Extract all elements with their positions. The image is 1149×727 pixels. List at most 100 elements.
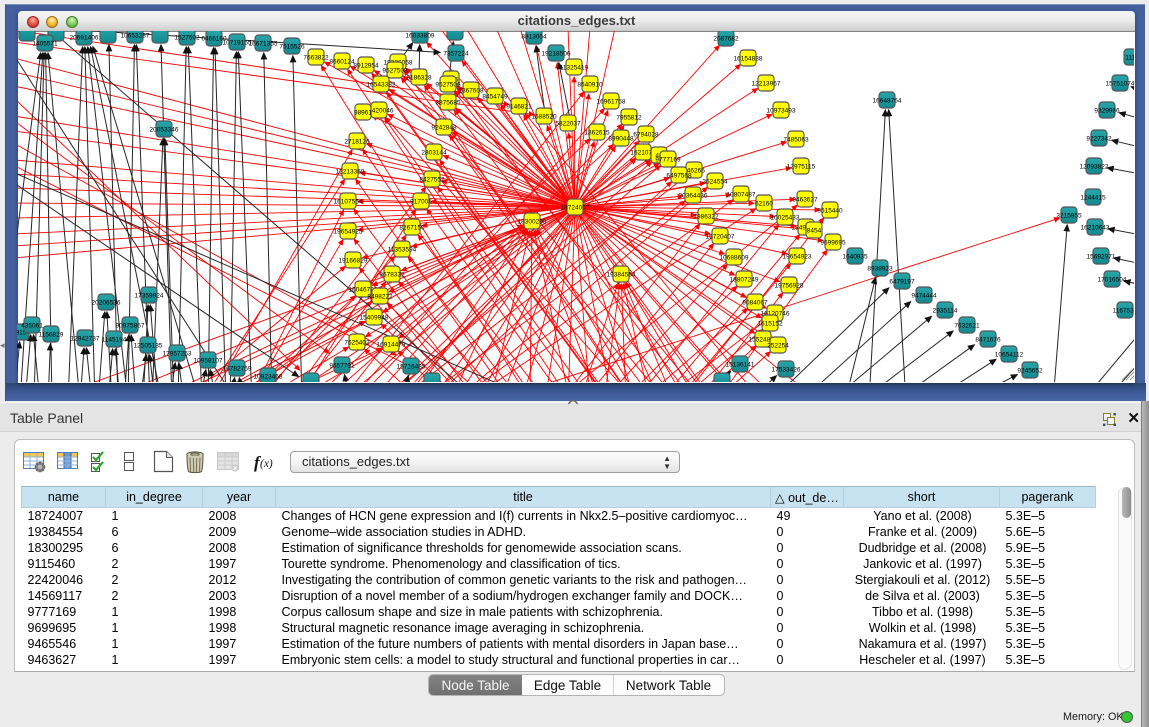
svg-text:8678332: 8678332 <box>379 272 405 279</box>
svg-text:18724007: 18724007 <box>561 205 590 212</box>
svg-text:16033809: 16033809 <box>406 33 435 40</box>
svg-text:7663822: 7663822 <box>303 55 329 62</box>
svg-text:19384554: 19384554 <box>607 272 636 279</box>
svg-text:8427552: 8427552 <box>419 177 445 184</box>
svg-text:7357224: 7357224 <box>443 51 469 58</box>
svg-text:1145194: 1145194 <box>102 337 127 344</box>
svg-text:6479197: 6479197 <box>889 279 915 286</box>
svg-text:16961758: 16961758 <box>597 99 626 106</box>
svg-text:1156829: 1156829 <box>39 332 64 339</box>
svg-text:8498222: 8498222 <box>367 294 393 301</box>
svg-text:9474444: 9474444 <box>911 293 937 300</box>
svg-text:1640935: 1640935 <box>842 254 868 261</box>
svg-text:1405571: 1405571 <box>32 41 58 48</box>
svg-text:18300295: 18300295 <box>518 219 547 226</box>
svg-text:15751074: 15751074 <box>1106 81 1134 88</box>
svg-text:16914479: 16914479 <box>377 342 406 349</box>
svg-text:8454: 8454 <box>807 228 822 235</box>
svg-text:917006: 917006 <box>410 199 432 206</box>
svg-text:17533426: 17533426 <box>772 367 801 374</box>
svg-text:12975115: 12975115 <box>787 164 816 171</box>
svg-text:9515440: 9515440 <box>817 208 843 215</box>
svg-text:20206536: 20206536 <box>92 300 121 307</box>
svg-text:2718126: 2718126 <box>344 139 370 146</box>
svg-text:10654112: 10654112 <box>995 352 1024 359</box>
svg-text:7986322: 7986322 <box>693 214 719 221</box>
svg-text:9657791: 9657791 <box>329 363 355 370</box>
svg-text:7515526: 7515526 <box>279 44 305 51</box>
svg-text:10719155: 10719155 <box>223 40 252 47</box>
svg-text:12213967: 12213967 <box>752 81 781 88</box>
svg-text:15720407: 15720407 <box>706 234 735 241</box>
svg-text:16648764: 16648764 <box>873 98 902 105</box>
svg-text:10807487: 10807487 <box>727 192 756 199</box>
svg-text:1527602: 1527602 <box>174 35 200 42</box>
svg-text:62160: 62160 <box>755 201 773 208</box>
svg-text:10653287: 10653287 <box>121 33 150 40</box>
svg-text:7625402: 7625402 <box>344 340 370 347</box>
svg-text:10688609: 10688609 <box>720 255 749 262</box>
svg-text:12942737: 12942737 <box>71 336 100 343</box>
svg-text:10958107: 10958107 <box>194 358 223 365</box>
svg-text:8912954: 8912954 <box>353 63 379 70</box>
svg-text:9242848: 9242848 <box>431 125 457 132</box>
svg-text:20691406: 20691406 <box>70 35 99 42</box>
svg-text:15136141: 15136141 <box>726 362 755 369</box>
svg-text:1588520: 1588520 <box>531 114 557 121</box>
svg-text:7632621: 7632621 <box>954 323 980 330</box>
svg-text:16671355: 16671355 <box>249 41 278 48</box>
svg-text:8186328: 8186328 <box>406 75 432 82</box>
svg-text:98961: 98961 <box>354 110 372 117</box>
svg-text:(x): (x) <box>260 458 273 470</box>
svg-text:1362615: 1362615 <box>584 130 610 137</box>
svg-text:16782759: 16782759 <box>223 366 252 373</box>
svg-text:1167533: 1167533 <box>1113 308 1134 315</box>
svg-text:3875685: 3875685 <box>435 100 461 107</box>
svg-text:16210643: 16210643 <box>1081 225 1110 232</box>
svg-text:8990448: 8990448 <box>608 136 634 143</box>
svg-text:20053346: 20053346 <box>150 127 179 134</box>
svg-text:2087682: 2087682 <box>713 36 739 43</box>
svg-text:8471676: 8471676 <box>975 337 1001 344</box>
svg-text:18807249: 18807249 <box>730 277 759 284</box>
svg-text:3215955: 3215955 <box>1056 213 1082 220</box>
svg-text:9527506: 9527506 <box>435 82 461 89</box>
svg-text:252254: 252254 <box>767 343 789 350</box>
svg-text:12093822: 12093822 <box>1080 164 1109 171</box>
svg-text:10025433: 10025433 <box>771 215 800 222</box>
svg-text:2803144: 2803144 <box>421 150 447 157</box>
svg-text:1615152: 1615152 <box>757 321 783 328</box>
svg-text:19166829: 19166829 <box>339 258 368 265</box>
svg-text:1112: 1112 <box>1125 55 1134 62</box>
svg-text:435061: 435061 <box>21 323 43 330</box>
svg-text:15692971: 15692971 <box>1087 254 1116 261</box>
svg-text:9329966: 9329966 <box>1094 108 1120 115</box>
svg-text:16107554: 16107554 <box>334 199 363 206</box>
svg-text:9227342: 9227342 <box>1086 136 1112 143</box>
svg-text:17359924: 17359924 <box>135 293 164 300</box>
svg-text:7485063: 7485063 <box>783 137 809 144</box>
svg-text:8640910: 8640910 <box>577 82 603 89</box>
svg-text:12213369: 12213369 <box>336 169 365 176</box>
svg-text:20364436: 20364436 <box>679 193 708 200</box>
svg-text:16543382: 16543382 <box>367 82 396 89</box>
svg-text:8267150: 8267150 <box>399 225 425 232</box>
svg-text:9146821: 9146821 <box>506 104 532 111</box>
svg-text:6497568: 6497568 <box>666 173 692 180</box>
svg-text:17957253: 17957253 <box>163 351 192 358</box>
svg-text:9084067: 9084067 <box>742 300 768 307</box>
svg-text:9245652: 9245652 <box>1017 368 1043 375</box>
svg-text:9699695: 9699695 <box>820 240 846 247</box>
svg-text:8454749: 8454749 <box>482 94 508 101</box>
svg-text:11325419: 11325419 <box>560 65 589 72</box>
svg-text:8813054: 8813054 <box>521 34 547 41</box>
svg-text:5322037: 5322037 <box>555 121 581 128</box>
svg-text:3624554: 3624554 <box>702 179 728 186</box>
svg-text:90975867: 90975867 <box>116 323 145 330</box>
svg-text:11353594: 11353594 <box>388 247 417 254</box>
svg-text:10973493: 10973493 <box>767 108 796 115</box>
svg-text:9463627: 9463627 <box>792 197 818 204</box>
svg-text:16154838: 16154838 <box>734 56 763 63</box>
svg-text:19756928: 19756928 <box>775 283 804 290</box>
svg-text:1244415: 1244415 <box>1080 195 1106 202</box>
